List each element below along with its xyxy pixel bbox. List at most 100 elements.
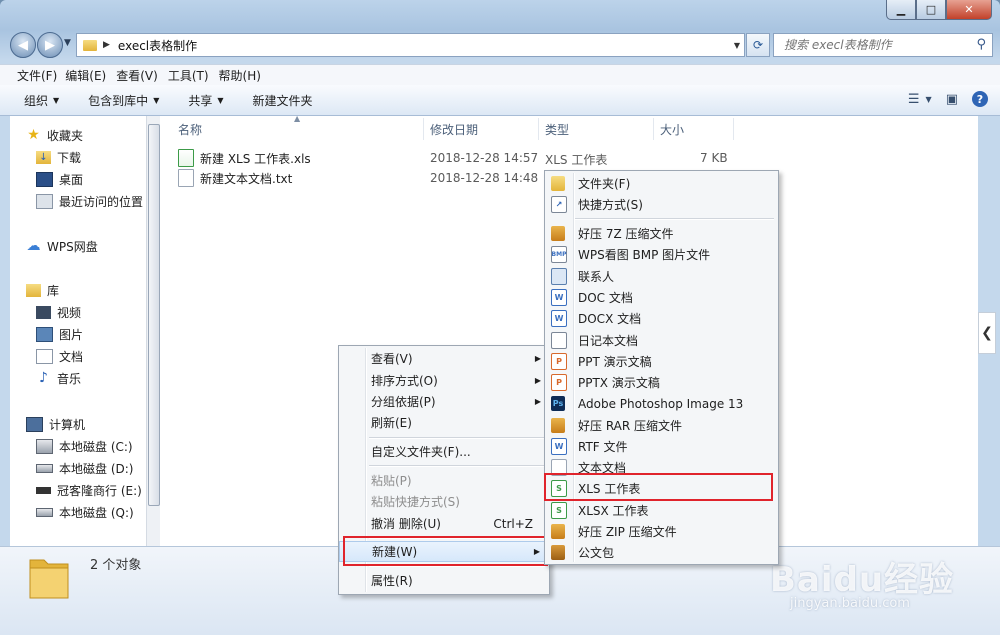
address-dropdown-icon[interactable]: ▼	[734, 41, 740, 50]
nav-desktop[interactable]: 桌面	[36, 169, 83, 189]
ctx-paste-shortcut-label: 粘贴快捷方式(S)	[371, 495, 460, 509]
file-row[interactable]: 新建文本文档.txt	[178, 168, 292, 188]
column-date[interactable]: 修改日期	[430, 118, 478, 140]
ctx-view[interactable]: 查看(V) ▶	[339, 348, 549, 369]
share-button[interactable]: 共享 ▼	[188, 92, 223, 109]
maximize-button[interactable]: □	[916, 0, 946, 20]
menu-tools[interactable]: 工具(T)	[168, 67, 219, 84]
nav-scrollbar-thumb[interactable]	[148, 124, 160, 506]
new-folder-button[interactable]: 新建文件夹	[253, 92, 313, 109]
new-haozip-zip-item[interactable]: 好压 ZIP 压缩文件	[545, 521, 778, 542]
new-docx-item[interactable]: W DOCX 文档	[545, 308, 778, 329]
include-in-library-button[interactable]: 包含到库中 ▼	[88, 92, 159, 109]
new-pptx-label: PPTX 演示文稿	[578, 376, 660, 390]
column-divider[interactable]	[538, 118, 539, 140]
new-folder-item[interactable]: 文件夹(F)	[545, 173, 778, 194]
column-divider[interactable]	[423, 118, 424, 140]
menu-file[interactable]: 文件(F)	[0, 67, 65, 84]
organize-button[interactable]: 组织 ▼	[24, 92, 59, 109]
menu-help[interactable]: 帮助(H)	[219, 67, 271, 84]
new-contact-item[interactable]: 联系人	[545, 266, 778, 287]
column-size[interactable]: 大小	[660, 118, 684, 140]
new-folder-label: 新建文件夹	[252, 93, 313, 108]
search-icon[interactable]: ⚲	[976, 37, 986, 52]
ctx-properties[interactable]: 属性(R)	[339, 570, 549, 591]
nav-drive-c-label: 本地磁盘 (C:)	[59, 439, 133, 454]
ctx-undo-delete[interactable]: 撤消 删除(U) Ctrl+Z	[339, 513, 549, 534]
ctx-group-by[interactable]: 分组依据(P) ▶	[339, 391, 549, 412]
new-haozip-7z-label: 好压 7Z 压缩文件	[578, 227, 674, 241]
nav-documents[interactable]: 文档	[36, 346, 83, 366]
breadcrumb-separator-icon[interactable]: ▶	[103, 40, 110, 50]
drive-icon	[36, 507, 53, 517]
nav-drive-e[interactable]: 冠客隆商行 (E:)	[36, 480, 142, 500]
new-rtf-item[interactable]: W RTF 文件	[545, 436, 778, 457]
minimize-button[interactable]: ▁	[886, 0, 916, 20]
ctx-undo-delete-label: 撤消 删除(U)	[371, 517, 441, 531]
new-rtf-label: RTF 文件	[578, 440, 628, 454]
nav-music[interactable]: ♪ 音乐	[36, 368, 81, 388]
nav-downloads[interactable]: ↓ 下载	[36, 147, 81, 167]
new-ppt-item[interactable]: P PPT 演示文稿	[545, 351, 778, 372]
ctx-refresh[interactable]: 刷新(E)	[339, 412, 549, 433]
new-doc-item[interactable]: W DOC 文档	[545, 287, 778, 308]
help-button[interactable]: ?	[972, 91, 988, 107]
recent-pages-dropdown[interactable]: ▼	[64, 38, 71, 48]
menu-view[interactable]: 查看(V)	[116, 67, 168, 84]
ctx-sort-by[interactable]: 排序方式(O) ▶	[339, 370, 549, 391]
view-options-dropdown-icon[interactable]: ▼	[926, 95, 932, 104]
new-wps-bmp-item[interactable]: BMP WPS看图 BMP 图片文件	[545, 244, 778, 265]
nav-videos[interactable]: 视频	[36, 302, 81, 322]
ctx-undo-shortcut: Ctrl+Z	[493, 516, 533, 531]
new-journal-item[interactable]: 日记本文档	[545, 330, 778, 351]
column-divider[interactable]	[653, 118, 654, 140]
xlsx-icon: S	[551, 502, 567, 519]
nav-favorites[interactable]: ★ 收藏夹	[26, 125, 83, 145]
file-row[interactable]: 新建 XLS 工作表.xls	[178, 148, 311, 168]
submenu-arrow-icon: ▶	[534, 376, 541, 385]
nav-computer[interactable]: 计算机	[26, 414, 85, 434]
ctx-customize[interactable]: 自定义文件夹(F)...	[339, 441, 549, 462]
nav-drive-c[interactable]: 本地磁盘 (C:)	[36, 436, 133, 456]
highlight-box-new	[343, 536, 548, 566]
nav-desktop-label: 桌面	[59, 172, 84, 187]
archive-icon	[551, 226, 565, 241]
new-haozip-7z-item[interactable]: 好压 7Z 压缩文件	[545, 223, 778, 244]
new-photoshop-item[interactable]: Ps Adobe Photoshop Image 13	[545, 393, 778, 414]
search-input[interactable]	[782, 37, 966, 53]
forward-button[interactable]: ▶	[37, 32, 63, 58]
address-bar[interactable]: ▶ execl表格制作 ▼	[76, 33, 745, 57]
column-name-label: 名称	[178, 122, 203, 137]
command-bar: 组织 ▼ 包含到库中 ▼ 共享 ▼ 新建文件夹 ☰ ▼ ▣ ?	[0, 85, 1000, 116]
new-xlsx-label: XLSX 工作表	[578, 504, 649, 518]
column-divider[interactable]	[733, 118, 734, 140]
close-button[interactable]: ✕	[946, 0, 992, 20]
nav-drive-q[interactable]: 本地磁盘 (Q:)	[36, 502, 134, 522]
new-briefcase-item[interactable]: 公文包	[545, 542, 778, 563]
nav-pictures-label: 图片	[59, 327, 84, 342]
nav-libraries[interactable]: 库	[26, 280, 59, 300]
nav-scrollbar[interactable]	[146, 116, 160, 546]
breadcrumb-current[interactable]: execl表格制作	[118, 37, 197, 54]
details-pane-toggle[interactable]: ❮	[978, 312, 996, 354]
search-box[interactable]: ⚲	[773, 33, 993, 57]
menu-edit[interactable]: 编辑(E)	[65, 67, 116, 84]
column-type[interactable]: 类型	[545, 118, 569, 140]
new-xlsx-item[interactable]: S XLSX 工作表	[545, 500, 778, 521]
new-shortcut-item[interactable]: ↗ 快捷方式(S)	[545, 194, 778, 215]
submenu-arrow-icon: ▶	[534, 354, 541, 363]
nav-pictures[interactable]: 图片	[36, 324, 83, 344]
preview-pane-icon[interactable]: ▣	[946, 92, 958, 107]
new-haozip-rar-item[interactable]: 好压 RAR 压缩文件	[545, 415, 778, 436]
column-name[interactable]: 名称	[178, 118, 202, 140]
nav-recent[interactable]: 最近访问的位置	[36, 191, 143, 211]
new-photoshop-label: Adobe Photoshop Image 13	[578, 396, 744, 411]
nav-videos-label: 视频	[57, 305, 82, 320]
nav-wps[interactable]: ☁ WPS网盘	[26, 236, 98, 256]
view-options-icon[interactable]: ☰	[908, 92, 920, 107]
nav-drive-d[interactable]: 本地磁盘 (D:)	[36, 458, 133, 478]
back-button[interactable]: ◀	[10, 32, 36, 58]
new-pptx-item[interactable]: P PPTX 演示文稿	[545, 372, 778, 393]
item-count: 2 个对象	[90, 558, 142, 573]
refresh-button[interactable]: ⟳	[746, 33, 770, 57]
